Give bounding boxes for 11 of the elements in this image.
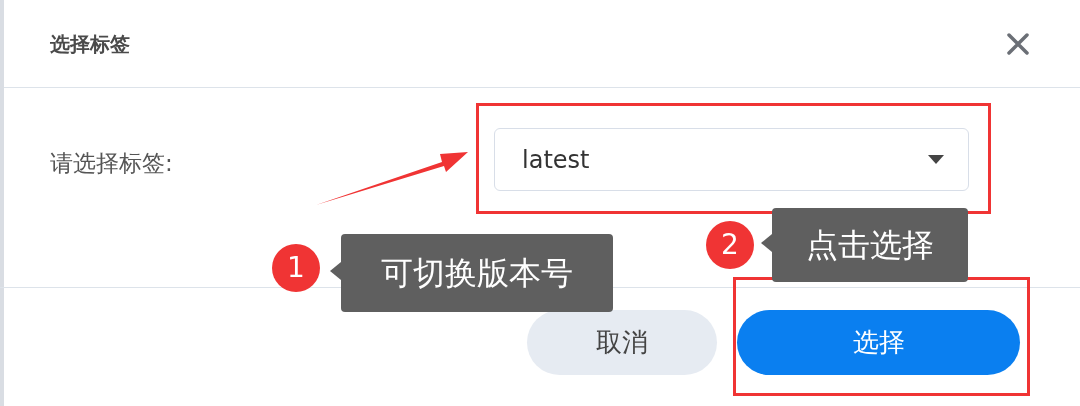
dialog-title: 选择标签: [50, 30, 130, 58]
step-badge: 2: [706, 221, 754, 269]
step-badge: 1: [272, 244, 320, 292]
cancel-button[interactable]: 取消: [527, 310, 717, 375]
caret-icon: [928, 155, 944, 164]
field-label: 请选择标签:: [50, 149, 173, 178]
callout-tooltip: 点击选择: [772, 208, 968, 282]
callout-tooltip: 可切换版本号: [341, 234, 613, 312]
close-icon[interactable]: [1006, 31, 1030, 56]
tag-select[interactable]: latest: [494, 128, 969, 191]
select-button[interactable]: 选择: [737, 310, 1020, 375]
